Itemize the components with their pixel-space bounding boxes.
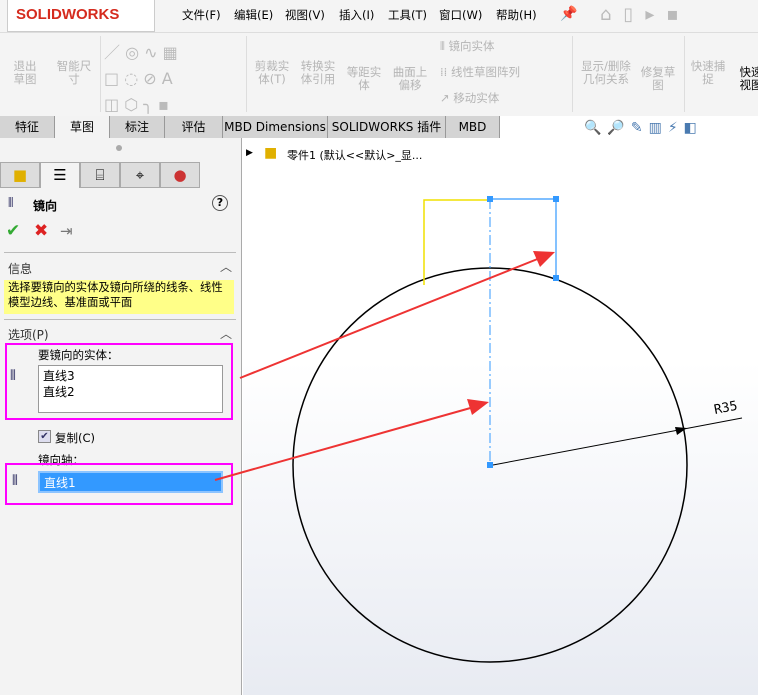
- arrowhead: [467, 399, 489, 415]
- endpoint: [553, 275, 559, 281]
- annotation-arrow: [214, 406, 475, 481]
- original-lines: [423, 199, 490, 285]
- endpoint: [553, 196, 559, 202]
- sketch-canvas: R35: [214, 196, 743, 663]
- radius-dimension-line: [492, 417, 743, 466]
- annotation-arrow: [239, 257, 541, 379]
- endpoint: [487, 196, 493, 202]
- radius-dimension: R35: [713, 399, 739, 418]
- mirrored-lines: [490, 198, 557, 278]
- center-point: [487, 462, 493, 468]
